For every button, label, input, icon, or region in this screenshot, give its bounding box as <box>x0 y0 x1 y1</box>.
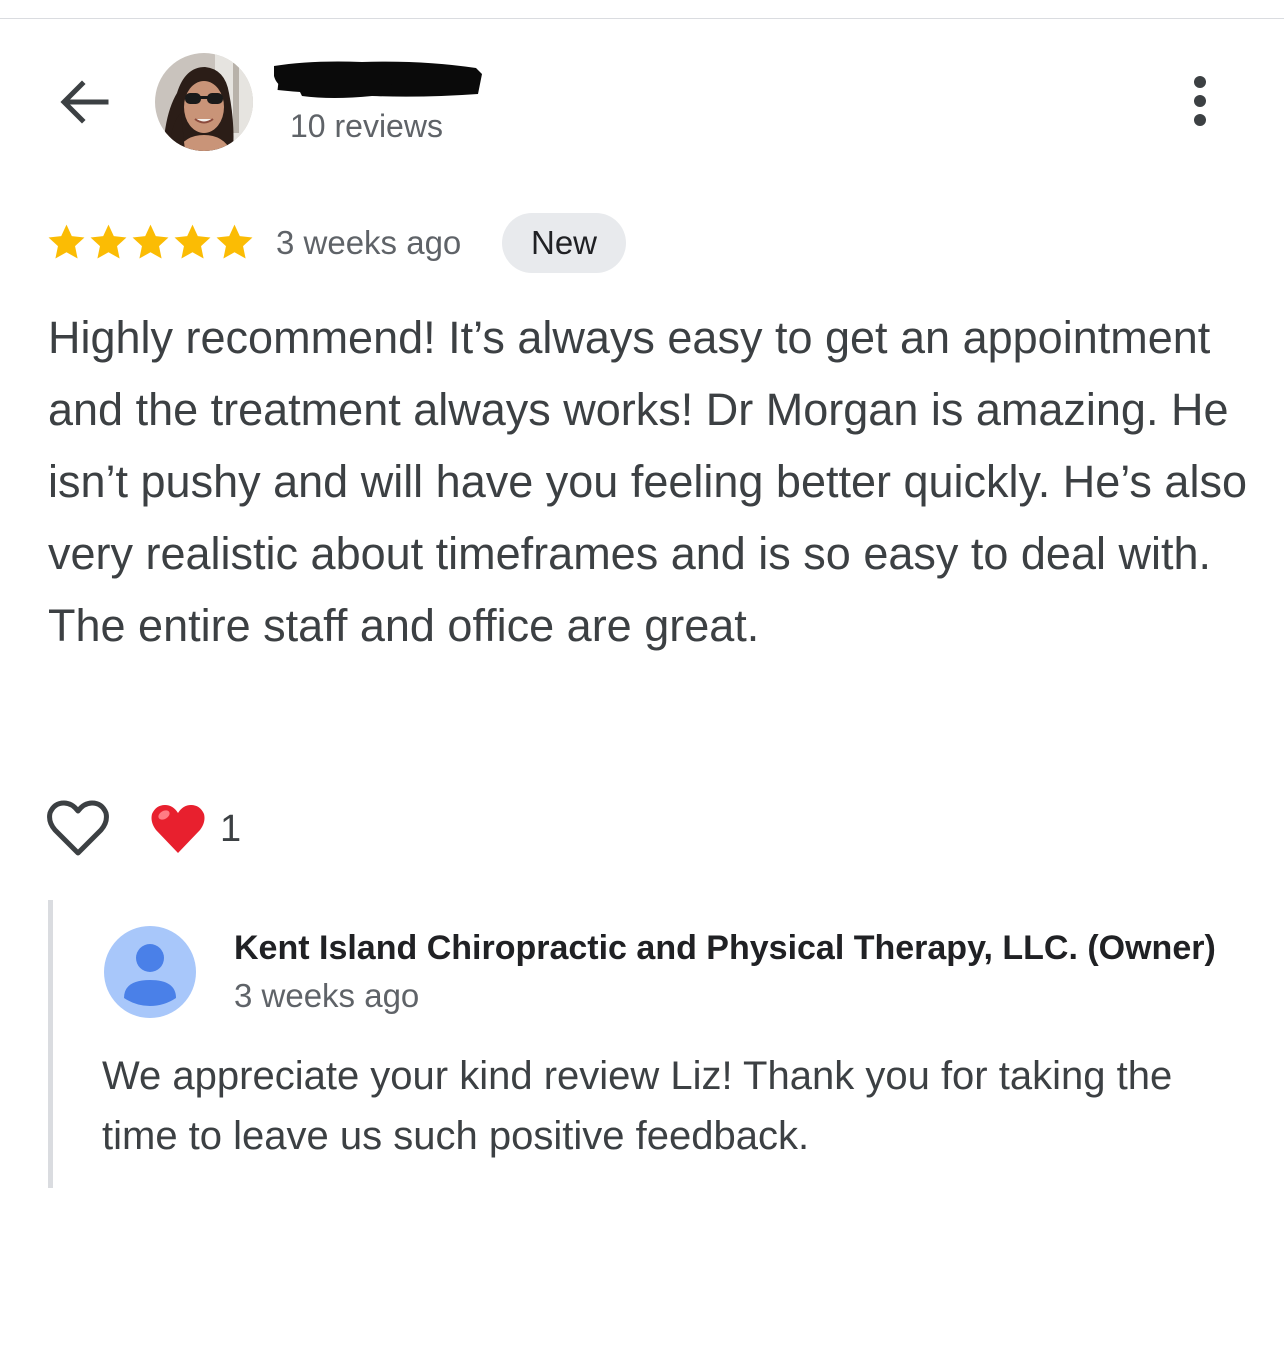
more-vertical-icon <box>1194 76 1206 126</box>
back-button[interactable] <box>56 74 112 130</box>
owner-reply-text: We appreciate your kind review Liz! Than… <box>102 1054 1173 1158</box>
star-icon <box>216 224 253 259</box>
more-options-button[interactable] <box>1180 72 1220 132</box>
reviewer-name-redacted <box>272 58 484 100</box>
star-icon <box>132 224 169 259</box>
reviewer-avatar[interactable] <box>155 53 253 151</box>
review-date: 3 weeks ago <box>276 224 462 261</box>
star-rating <box>46 222 255 264</box>
review-text: Highly recommend! It’s always easy to ge… <box>48 312 1247 651</box>
new-badge: New <box>502 213 626 273</box>
reaction-count: 1 <box>220 808 242 850</box>
star-icon <box>90 224 127 259</box>
top-divider <box>0 18 1284 19</box>
like-button[interactable] <box>46 797 110 861</box>
star-icon <box>48 224 85 259</box>
owner-name: Kent Island Chiropractic and Physical Th… <box>234 929 1216 967</box>
owner-avatar <box>104 926 196 1018</box>
owner-reply-date: 3 weeks ago <box>234 977 420 1014</box>
red-heart-icon[interactable] <box>150 801 206 857</box>
star-icon <box>174 224 211 259</box>
reply-indent-bar <box>48 900 53 1188</box>
heart-outline-icon <box>47 800 109 856</box>
arrow-left-icon <box>60 80 109 124</box>
review-count[interactable]: 10 reviews <box>290 104 443 148</box>
